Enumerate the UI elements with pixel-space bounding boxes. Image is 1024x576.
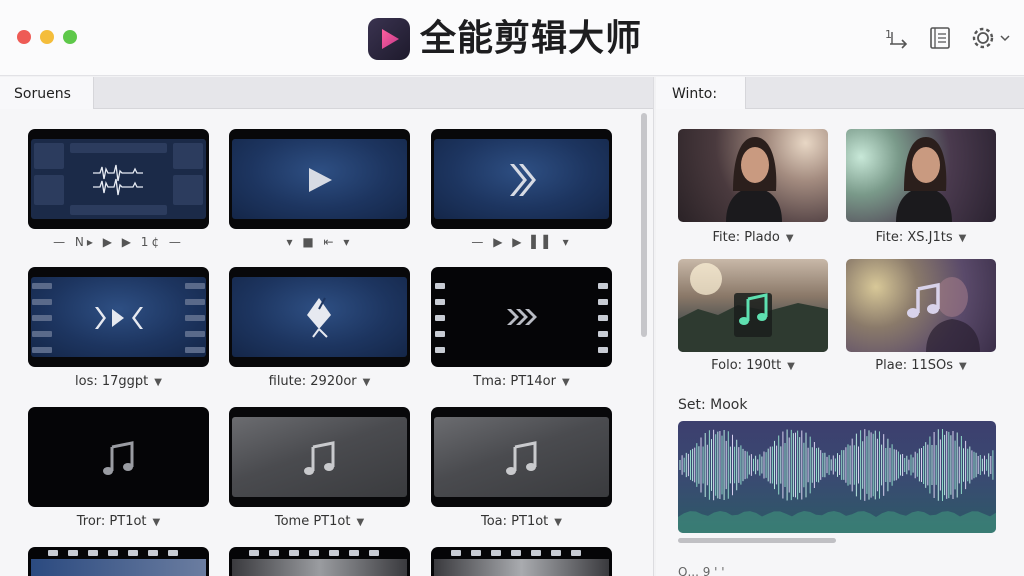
clip-caption[interactable]: Tror: PT1ot ▼ [28,512,209,532]
person-photo [896,137,952,222]
media-caption[interactable]: Fite: Plado ▼ [678,228,828,248]
music-photo [907,277,980,352]
clip-thumbnail[interactable] [229,547,410,576]
clip-controls[interactable]: — ▶ ▶ ▌▌ ▾ [431,232,612,252]
clip-thumbnail[interactable] [28,547,209,576]
trim-icon [95,307,143,329]
chevron-down-icon[interactable]: ▼ [153,513,161,533]
tab-media[interactable]: Winto: [656,77,746,109]
landscape-photo [678,263,828,352]
sources-tabstrip: Soruens [0,77,653,109]
chevron-down-icon[interactable]: ▼ [959,229,967,249]
audio-clip-thumbnail[interactable] [431,407,612,507]
play-logo-icon [382,29,399,49]
music-note-icon [103,441,134,475]
media-caption[interactable]: Fite: XS.J1ts ▼ [846,228,996,248]
person-photo [726,137,782,222]
clip-controls[interactable]: — N▸ ▶ ▶ 1¢ — [28,232,209,252]
gear-icon[interactable] [970,24,1014,52]
clip-caption[interactable]: Toa: PT1ot ▼ [431,512,612,532]
forward-icon [510,164,536,196]
media-thumbnail[interactable] [678,129,828,222]
svg-text:1: 1 [885,28,892,41]
trash-icon[interactable] [926,24,956,52]
section-label: Set: Mook [678,397,748,413]
waveform-base [678,511,996,533]
clip-thumbnail[interactable] [229,129,410,229]
waveform-scrollbar[interactable] [678,538,836,543]
clip-thumbnail[interactable] [431,267,612,367]
tab-sources[interactable]: Soruens [0,77,94,109]
close-window-button[interactable] [17,30,31,44]
bottom-label: Q... 9 ' ' [678,566,725,576]
sources-scrollbar[interactable] [641,113,647,337]
clip-caption[interactable]: Tma: PT14or ▼ [431,372,612,392]
fast-forward-icon [507,309,537,325]
clip-thumbnail[interactable] [28,267,209,367]
clip-thumbnail[interactable] [431,129,612,229]
audio-clip-thumbnail[interactable] [28,407,209,507]
chevron-down-icon[interactable]: ▼ [154,373,162,393]
chevron-down-icon[interactable]: ▼ [562,373,570,393]
chevron-down-icon[interactable]: ▼ [959,357,967,377]
media-thumbnail[interactable] [846,259,996,352]
music-note-icon [304,441,335,475]
chevron-down-icon[interactable]: ▼ [356,513,364,533]
redo-icon[interactable]: 1 [882,24,912,52]
clip-thumbnail[interactable] [431,547,612,576]
chevron-down-icon[interactable]: ▼ [363,373,371,393]
clip-controls[interactable]: ▾ ■ ⇤ ▾ [229,232,410,252]
app-title: 全能剪辑大师 [420,18,643,59]
app-logo [368,18,410,60]
chevron-down-icon[interactable]: ▼ [787,357,795,377]
chevron-down-icon[interactable]: ▼ [786,229,794,249]
waveform-graphic [678,428,996,533]
clip-caption[interactable]: Tome PT1ot ▼ [229,512,410,532]
clip-thumbnail[interactable] [28,129,209,229]
waveform-icon [93,164,143,196]
zoom-window-button[interactable] [63,30,77,44]
media-tabstrip: Winto: [656,77,1024,109]
clip-caption[interactable]: los: 17ggpt ▼ [28,372,209,392]
media-thumbnail[interactable] [846,129,996,222]
media-thumbnail[interactable] [678,259,828,352]
music-note-icon [506,441,537,475]
audio-waveform[interactable] [678,421,996,533]
clip-thumbnail[interactable] [229,267,410,367]
clip-caption[interactable]: filute: 2920or ▼ [229,372,410,392]
media-caption[interactable]: Folo: 190tt ▼ [678,356,828,376]
chevron-down-icon[interactable]: ▼ [554,513,562,533]
title-bar: 全能剪辑大师 1 [0,0,1024,76]
minimize-window-button[interactable] [40,30,54,44]
media-caption[interactable]: Plae: 11SOs ▼ [846,356,996,376]
audio-clip-thumbnail[interactable] [229,407,410,507]
play-icon [309,168,332,192]
cut-icon [307,297,331,338]
